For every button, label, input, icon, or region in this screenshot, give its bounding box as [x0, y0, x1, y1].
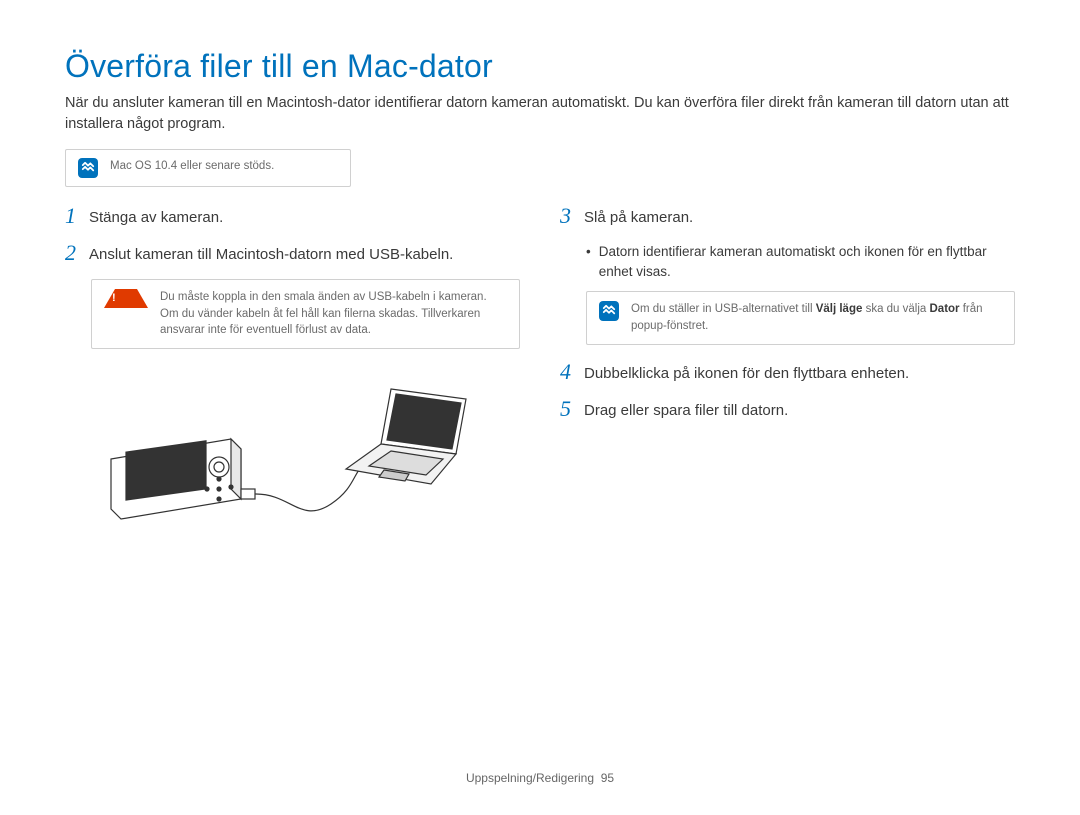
step-text: Drag eller spara filer till datorn. — [584, 398, 788, 421]
step-text: Dubbelklicka på ikonen för den flyttbara… — [584, 361, 909, 384]
step-number: 4 — [560, 361, 574, 383]
step-5: 5 Drag eller spara filer till datorn. — [560, 398, 1015, 421]
txt-part: ska du välja — [862, 303, 929, 315]
top-note-text: Mac OS 10.4 eller senare stöds. — [110, 158, 274, 175]
step-3-bullet: • Datorn identifierar kameran automatisk… — [586, 242, 1015, 281]
info-text: Om du ställer in USB-alternativet till V… — [631, 301, 1002, 334]
two-column-layout: 1 Stänga av kameran. 2 Anslut kameran ti… — [65, 205, 1015, 529]
footer-section: Uppspelning/Redigering — [466, 771, 594, 785]
step-text: Slå på kameran. — [584, 205, 693, 228]
left-column: 1 Stänga av kameran. 2 Anslut kameran ti… — [65, 205, 520, 529]
step-number: 2 — [65, 242, 79, 264]
step-1: 1 Stänga av kameran. — [65, 205, 520, 228]
page-title: Överföra filer till en Mac-dator — [65, 48, 1015, 85]
top-note-box: Mac OS 10.4 eller senare stöds. — [65, 149, 351, 187]
info-icon — [78, 158, 98, 178]
step-number: 5 — [560, 398, 574, 420]
footer-page-number: 95 — [601, 771, 614, 785]
txt-bold: Välj läge — [816, 303, 863, 315]
right-column: 3 Slå på kameran. • Datorn identifierar … — [560, 205, 1015, 529]
bullet-dot: • — [586, 242, 591, 281]
txt-part: Om du ställer in USB-alternativet till — [631, 303, 816, 315]
step-number: 1 — [65, 205, 79, 227]
step-number: 3 — [560, 205, 574, 227]
warning-text: Du måste koppla in den smala änden av US… — [160, 289, 507, 339]
usb-connection-illustration — [91, 369, 471, 529]
step-text: Anslut kameran till Macintosh-datorn med… — [89, 242, 453, 265]
warning-box: Du måste koppla in den smala änden av US… — [91, 279, 520, 349]
info-icon — [599, 301, 619, 321]
step-text: Stänga av kameran. — [89, 205, 223, 228]
info-box: Om du ställer in USB-alternativet till V… — [586, 291, 1015, 344]
step-4: 4 Dubbelklicka på ikonen för den flyttba… — [560, 361, 1015, 384]
manual-page: Överföra filer till en Mac-dator När du … — [0, 0, 1080, 815]
bullet-text: Datorn identifierar kameran automatiskt … — [599, 242, 1015, 281]
txt-bold: Dator — [930, 303, 960, 315]
step-2: 2 Anslut kameran till Macintosh-datorn m… — [65, 242, 520, 265]
warning-icon — [104, 289, 148, 308]
step-3: 3 Slå på kameran. — [560, 205, 1015, 228]
intro-paragraph: När du ansluter kameran till en Macintos… — [65, 93, 1015, 135]
page-footer: Uppspelning/Redigering 95 — [0, 771, 1080, 785]
